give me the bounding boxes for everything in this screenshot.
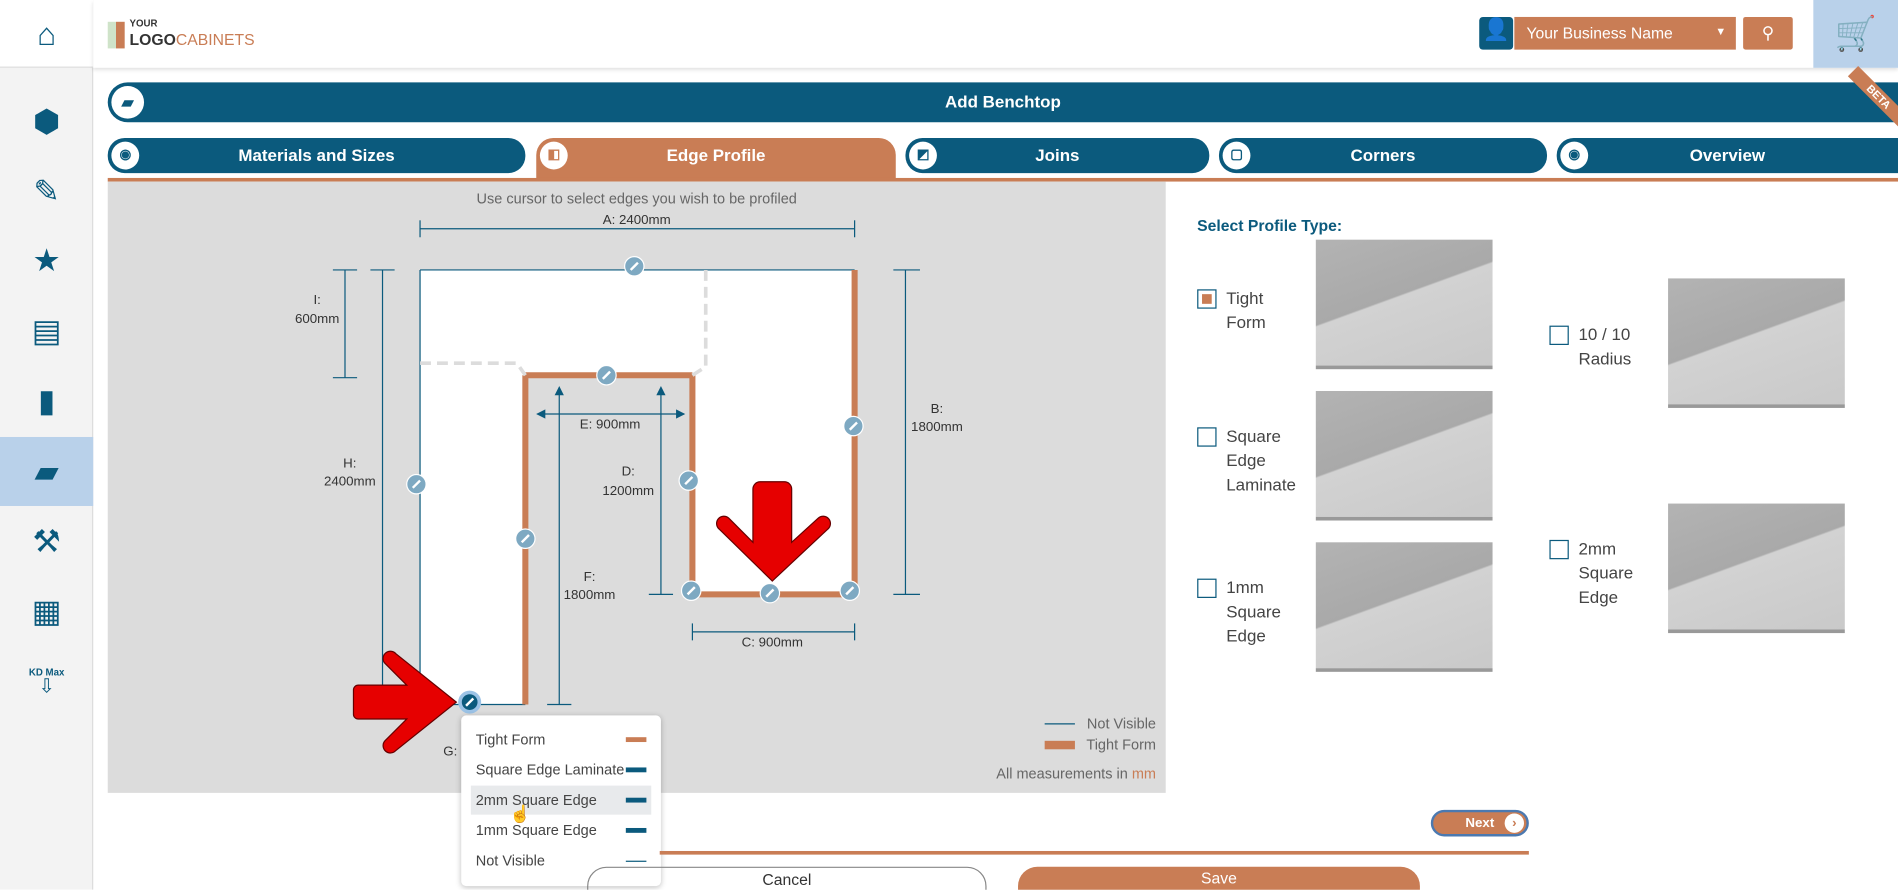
profile-image[interactable] [1668,278,1845,408]
profile-label-line: Laminate [1226,474,1296,494]
profile-option[interactable]: Square Edge Laminate [1197,424,1296,497]
dim-label-i: I: [313,292,320,307]
edit-edge-pencil-icon[interactable] [839,580,861,602]
profile-label-line: Form [1226,312,1266,332]
edit-edge-pencil-icon[interactable] [458,690,482,714]
legend-tight-form-swatch [1044,740,1075,750]
popup-item-1mm-square-edge[interactable]: 1mm Square Edge [471,816,651,845]
popup-item-2mm-square-edge[interactable]: 2mm Square Edge [470,785,652,815]
edit-edge-pencil-icon[interactable] [596,364,617,386]
profile-label-line: Edge [1226,450,1266,470]
instruction-text: Use cursor to select edges you wish to b… [477,191,797,207]
footer-divider [659,850,1529,855]
profile-label-line: Square [1578,562,1634,583]
profile-label-line: Square [1226,426,1281,446]
save-label: Save [1201,869,1237,888]
edit-edge-pencil-icon[interactable] [624,256,645,277]
legend-tight-form: Tight Form [1086,737,1156,753]
edit-edge-pencil-icon[interactable] [843,415,864,437]
swatch [625,767,647,773]
profile-image[interactable] [1315,390,1493,521]
profile-label-line: 10 / 10 [1578,324,1631,344]
profile-label: 10 / 10 Radius [1578,322,1631,370]
profile-checkbox[interactable] [1197,427,1217,447]
edit-edge-pencil-icon[interactable] [678,470,700,491]
popup-item-label: Tight Form [475,731,546,749]
profile-checkbox[interactable] [1197,289,1217,309]
profile-label-line: 2mm [1578,538,1617,559]
profile-option[interactable]: Tight Form [1197,286,1266,334]
profile-label: 2mm Square Edge [1578,536,1633,609]
dim-label-i-value: 600mm [295,311,339,326]
select-profile-title: Select Profile Type: [1197,216,1343,235]
dim-label-b: B: [931,401,944,416]
dim-label-b-value: 1800mm [911,419,963,434]
profile-checkbox[interactable] [1549,325,1569,345]
dim-label-c: C: 900mm [742,634,803,649]
next-label: Next [1465,815,1495,831]
chevron-right-icon: › [1504,813,1525,833]
profile-checkbox[interactable] [1549,539,1569,560]
dim-label-e: E: 900mm [580,417,641,432]
cancel-label: Cancel [762,870,812,889]
popup-item-label: Not Visible [475,852,545,870]
popup-item-label: 2mm Square Edge [475,791,597,809]
swatch [625,827,647,833]
profile-image[interactable] [1315,239,1493,370]
swatch [625,737,647,743]
edit-edge-pencil-icon[interactable] [406,473,427,495]
profile-option[interactable]: 1mm Square Edge [1197,575,1281,648]
profile-label-line: 1mm [1226,577,1264,597]
dim-label-d-value: 1200mm [602,483,654,498]
legend-not-visible: Not Visible [1087,717,1156,733]
dim-label-f: F: [584,569,596,584]
dim-label-g: G: [443,743,457,758]
benchtop-diagram: Use cursor to select edges you wish to b… [295,191,1156,782]
edit-edge-pencil-icon[interactable] [515,528,536,549]
edit-edge-pencil-icon[interactable] [680,580,702,602]
dim-label-a: A: 2400mm [603,212,671,227]
profile-option[interactable]: 10 / 10 Radius [1549,322,1631,370]
dim-label-d: D: [622,464,635,479]
profile-image[interactable] [1315,542,1493,672]
profile-label-line: Square [1226,601,1281,621]
dim-label-f-value: 1800mm [564,587,616,602]
profile-option[interactable]: 2mm Square Edge [1549,536,1633,609]
profile-label-line: Edge [1226,625,1266,646]
profile-label: Square Edge Laminate [1226,424,1296,497]
edge-profile-popup: Tight Form Square Edge Laminate 2mm Squa… [461,715,661,887]
profile-label-line: Edge [1578,587,1619,607]
next-button[interactable]: Next › [1430,809,1529,837]
popup-item-label: Square Edge Laminate [475,761,625,779]
profile-label: 1mm Square Edge [1226,575,1281,648]
edit-edge-pencil-icon[interactable] [759,582,781,604]
cursor-hand-icon: ☝ [509,803,531,824]
swatch [625,797,647,803]
dim-label-h-value: 2400mm [324,473,376,488]
measurement-note: All measurements in mm [996,766,1156,782]
popup-item-square-edge-laminate[interactable]: Square Edge Laminate [471,755,651,784]
profile-label: Tight Form [1226,286,1266,334]
profile-image[interactable] [1668,503,1845,634]
profile-checkbox[interactable] [1197,578,1217,598]
popup-item-tight-form[interactable]: Tight Form [471,725,651,754]
profile-label-line: Tight [1226,288,1264,308]
popup-item-label: 1mm Square Edge [475,821,597,839]
cancel-button[interactable]: Cancel [587,866,987,890]
save-button[interactable]: Save [1018,866,1420,890]
profile-label-line: Radius [1578,348,1632,368]
dim-label-h: H: [343,455,356,470]
swatch [625,860,647,862]
